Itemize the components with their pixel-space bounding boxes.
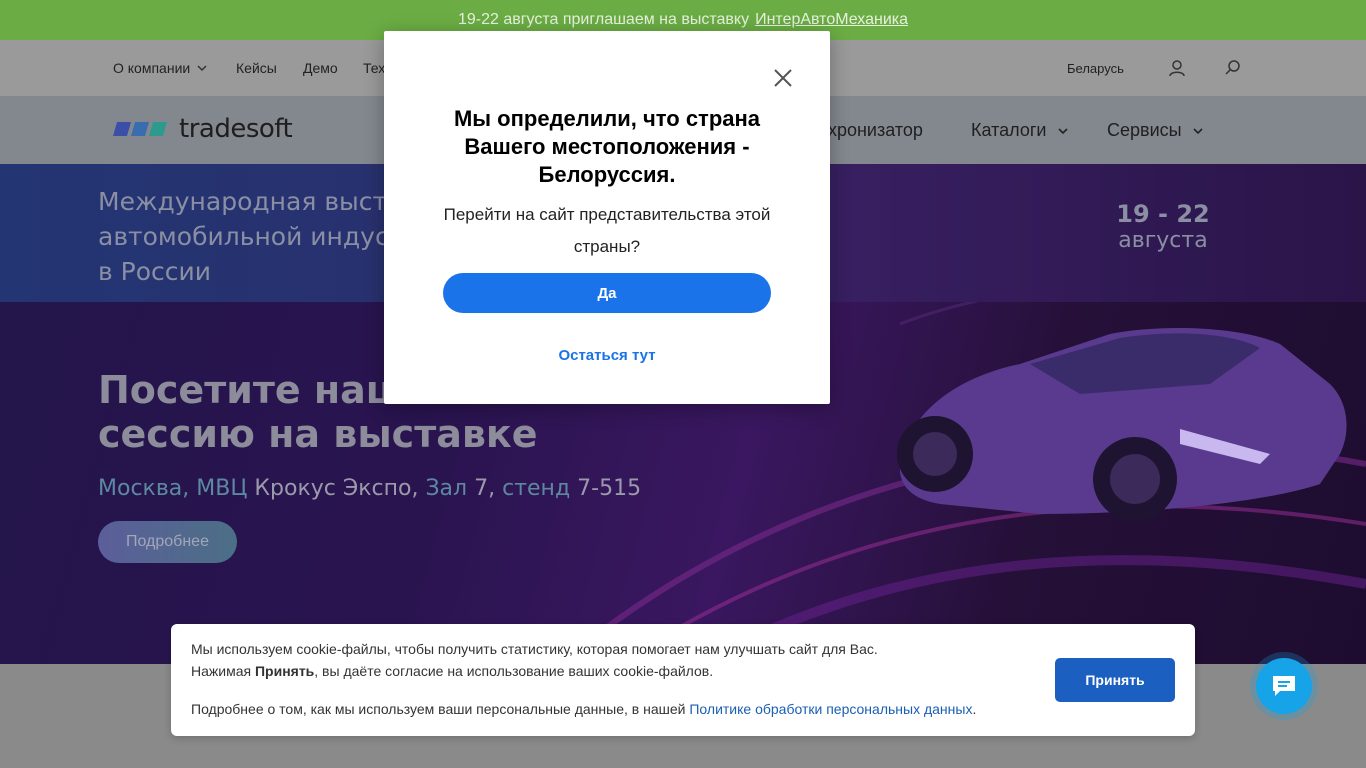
- hero-headline-line: сессию на выставке: [98, 412, 538, 456]
- car-image: [880, 314, 1350, 549]
- nav-item-label: Демо: [303, 60, 338, 76]
- chevron-down-icon: [197, 65, 207, 72]
- announcement-link[interactable]: ИнтерАвтоМеханика: [755, 11, 908, 29]
- menu-label: Каталоги: [971, 120, 1047, 140]
- logo-mark-icon: [113, 122, 167, 136]
- search-icon[interactable]: [1221, 56, 1245, 80]
- nav-item-demo[interactable]: Демо: [303, 60, 338, 76]
- cookie-text-line3: Подробнее о том, как мы используем ваши …: [191, 701, 976, 717]
- logo[interactable]: tradesoft: [113, 114, 293, 144]
- hero-title-line: в России: [98, 257, 212, 286]
- accept-cookies-button[interactable]: Принять: [1055, 658, 1175, 702]
- privacy-policy-link[interactable]: Политике обработки персональных данных: [689, 701, 972, 717]
- hero-date-range: 19 - 22: [1116, 200, 1210, 228]
- cookie-banner: Мы используем cookie-файлы, чтобы получи…: [171, 624, 1195, 736]
- nav-item-cases[interactable]: Кейсы: [236, 60, 277, 76]
- menu-synchronizer[interactable]: нхронизатор: [818, 120, 923, 141]
- chevron-down-icon: [1057, 127, 1068, 134]
- menu-label: нхронизатор: [818, 120, 923, 140]
- more-button[interactable]: Подробнее: [98, 521, 237, 563]
- cookie-text-bold: Принять: [254, 663, 315, 679]
- cookie-text: Подробнее о том, как мы используем ваши …: [191, 701, 686, 717]
- modal-title: Мы определили, что страна Вашего местопо…: [453, 106, 761, 187]
- country-selector[interactable]: Беларусь: [1067, 61, 1124, 76]
- announcement-text: 19-22 августа приглашаем на выставку: [457, 11, 750, 28]
- chat-button[interactable]: [1256, 658, 1312, 714]
- chevron-down-icon: [1193, 127, 1203, 134]
- country-modal: Мы определили, что страна Вашего местопо…: [384, 31, 830, 404]
- nav-item-label: О компании: [113, 60, 191, 76]
- location-venue: Крокус Экспо,: [254, 476, 419, 501]
- hero-date: 19 - 22 августа: [1110, 200, 1216, 253]
- hero-date-month: августа: [1118, 228, 1208, 253]
- nav-item-about[interactable]: О компании: [113, 60, 208, 76]
- nav-item-label: Тех: [363, 60, 386, 76]
- menu-label: Сервисы: [1107, 120, 1182, 140]
- location-hall-label: Зал: [425, 476, 468, 501]
- cookie-text: Нажимая: [191, 663, 252, 679]
- cookie-text-line2: Нажимая Принять, вы даёте согласие на ис…: [191, 663, 713, 679]
- hero-title-line: автомобильной индус: [98, 222, 389, 251]
- close-icon[interactable]: [772, 67, 794, 89]
- menu-catalogs[interactable]: Каталоги: [971, 120, 1069, 141]
- cookie-text-line1: Мы используем cookie-файлы, чтобы получи…: [191, 641, 878, 657]
- location-hall: 7,: [474, 476, 496, 501]
- modal-text: Перейти на сайт представительства этой с…: [443, 205, 771, 256]
- location-stand-label: стенд: [502, 476, 571, 501]
- stay-here-link[interactable]: Остаться тут: [414, 347, 800, 364]
- logo-text: tradesoft: [179, 114, 293, 144]
- nav-item-tech[interactable]: Тех: [363, 60, 385, 76]
- location-stand: 7-515: [577, 476, 642, 501]
- hero-location: Москва, МВЦ Крокус Экспо, Зал 7, стенд 7…: [98, 476, 641, 501]
- cookie-text: , вы даёте согласие на использование ваш…: [314, 663, 714, 679]
- location-venue-prefix: МВЦ: [196, 476, 248, 501]
- location-city: Москва,: [98, 476, 190, 501]
- hero-title: Международная выст автомобильной индус в…: [98, 184, 389, 289]
- cookie-text: .: [972, 701, 977, 717]
- yes-button[interactable]: Да: [443, 273, 771, 313]
- chat-icon: [1273, 676, 1295, 696]
- nav-item-label: Кейсы: [236, 60, 277, 76]
- user-icon[interactable]: [1165, 56, 1189, 80]
- menu-services[interactable]: Сервисы: [1107, 120, 1204, 141]
- hero-title-line: Международная выст: [98, 187, 388, 216]
